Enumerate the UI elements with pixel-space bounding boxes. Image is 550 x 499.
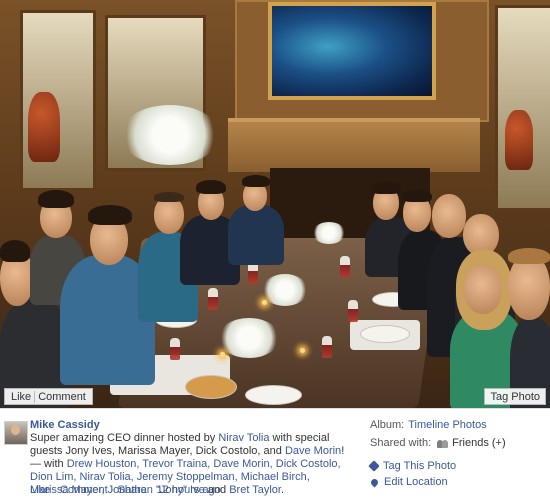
plate (185, 375, 237, 399)
wine-glass (208, 288, 218, 310)
photo-like-button[interactable]: Like (8, 389, 34, 405)
location-pin-icon (369, 477, 380, 487)
tag-icon (368, 460, 380, 472)
photo-comment-button[interactable]: Comment (35, 389, 89, 405)
table-flowers (262, 274, 308, 306)
album-row: Album: Timeline Photos (370, 419, 546, 432)
tag-this-photo-link[interactable]: Tag This Photo (368, 460, 457, 472)
host-link[interactable]: Nirav Tolia (218, 432, 269, 444)
author-link[interactable]: Mike Cassidy (30, 419, 348, 432)
wine-glass (248, 262, 258, 284)
guest-link[interactable]: Dave Morin (285, 445, 341, 457)
candle (300, 348, 305, 353)
edit-location-label: Edit Location (384, 476, 448, 488)
tagged-person-link[interactable]: Bret Taylor (229, 484, 281, 496)
separator: · (146, 484, 157, 496)
table-flowers (312, 222, 346, 244)
statue-right (505, 110, 533, 170)
wall-painting (268, 2, 436, 100)
wine-glass (170, 338, 180, 360)
album-link[interactable]: Timeline Photos (408, 419, 486, 432)
separator: · (107, 484, 118, 496)
tag-this-photo-label: Tag This Photo (383, 460, 457, 472)
shared-label: Shared with: (370, 437, 432, 449)
photo[interactable]: Like Comment Tag Photo (0, 0, 550, 408)
candle (220, 352, 225, 357)
photo-like-comment-bar: Like Comment (4, 388, 93, 405)
post-text-segment: Super amazing CEO dinner hosted by (30, 432, 219, 444)
edit-location-link[interactable]: Edit Location (369, 476, 448, 488)
wine-glass (348, 300, 358, 322)
candle (262, 300, 267, 305)
like-link[interactable]: Like (30, 484, 50, 496)
photo-meta: Album: Timeline Photos Shared with: Frie… (370, 419, 546, 455)
timestamp-link[interactable]: 12 hours ago (157, 484, 221, 496)
table-flowers (218, 318, 280, 358)
plate (245, 385, 302, 405)
statue-left (28, 92, 60, 162)
comment-link[interactable]: Comment (60, 484, 108, 496)
photo-caption: Mike Cassidy Super amazing CEO dinner ho… (0, 408, 550, 499)
fireplace-mantel (228, 118, 480, 172)
post-text-segment: . (280, 484, 285, 496)
window-right (495, 5, 550, 211)
wine-glass (340, 256, 350, 278)
album-label: Album: (370, 419, 405, 431)
privacy-selector[interactable]: Friends (+) (452, 437, 506, 450)
post-actions: Like · Comment · Share · 12 hours ago (30, 484, 221, 496)
friends-icon (437, 439, 449, 448)
plate (360, 325, 410, 343)
shared-row: Shared with: Friends (+) (370, 437, 546, 450)
share-link[interactable]: Share (117, 484, 146, 496)
separator: · (50, 484, 60, 496)
orchid-arrangement (120, 105, 220, 165)
tag-photo-button[interactable]: Tag Photo (484, 388, 546, 405)
avatar[interactable] (4, 421, 28, 445)
wine-glass (322, 336, 332, 358)
